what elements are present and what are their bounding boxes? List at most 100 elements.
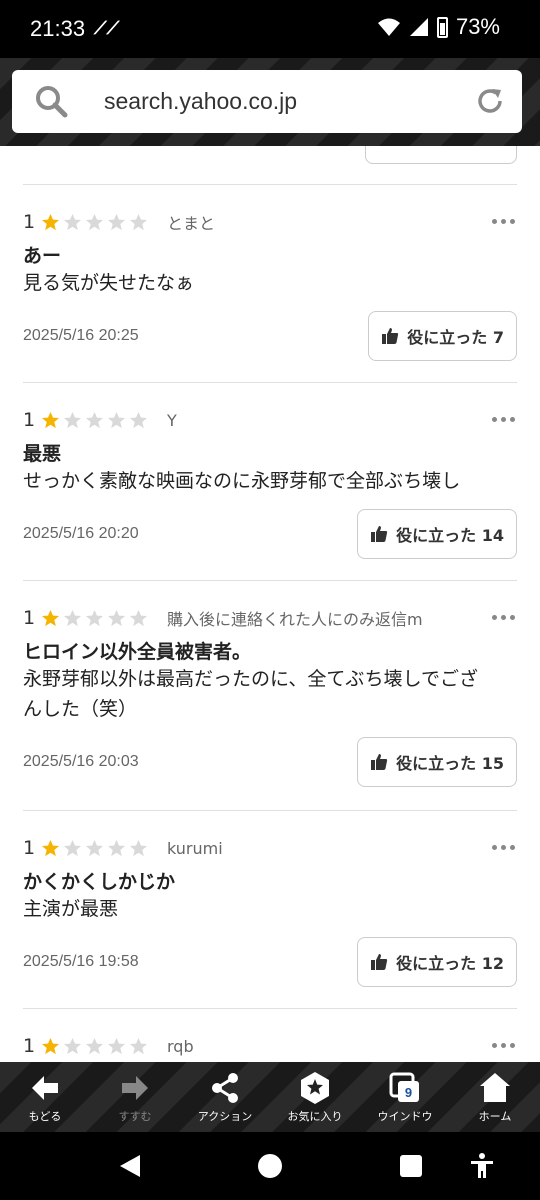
star-icon <box>107 411 126 428</box>
more-options-icon[interactable] <box>492 417 515 422</box>
star-icon <box>85 609 104 626</box>
review-date: 2025/5/16 20:20 <box>23 525 139 542</box>
action-button[interactable]: アクション <box>180 1062 270 1132</box>
battery-icon <box>436 16 448 38</box>
helpful-button[interactable]: 役に立った 14 <box>357 509 517 559</box>
review-body-line: 永野芽郁以外は最高だったのに、全てぶち壊しでござ <box>23 668 479 690</box>
review-author: 購入後に連絡くれた人にのみ返信m <box>167 610 423 629</box>
forward-button[interactable]: すすむ <box>90 1062 180 1132</box>
url-text[interactable]: search.yahoo.co.jp <box>104 88 297 115</box>
review-body: 見る気が失せたなぁ <box>23 268 517 298</box>
favorites-button[interactable]: お気に入り <box>270 1062 360 1132</box>
star-rating <box>41 839 151 858</box>
star-icon <box>107 839 126 856</box>
star-icon <box>129 411 148 428</box>
more-options-icon[interactable] <box>492 845 515 850</box>
rating-value: 1 <box>23 837 36 859</box>
review-title: あー <box>23 245 62 267</box>
review-body-line: 見る気が失せたなぁ <box>23 272 195 294</box>
rating-value: 1 <box>23 1035 36 1057</box>
address-bar[interactable]: search.yahoo.co.jp <box>12 70 522 133</box>
browser-header: search.yahoo.co.jp <box>0 58 540 146</box>
review-author: rqb <box>167 1036 194 1056</box>
window-button[interactable]: 9 ウインドウ <box>360 1062 450 1132</box>
home-button[interactable]: ホーム <box>450 1062 540 1132</box>
star-icon <box>63 213 82 230</box>
review-date: 2025/5/16 20:03 <box>23 753 139 770</box>
review-body: 永野芽郁以外は最高だったのに、全てぶち壊しでござ んした（笑） <box>23 664 517 724</box>
back-label: もどる <box>28 1109 62 1123</box>
helpful-button[interactable] <box>365 146 517 164</box>
star-icon <box>41 609 60 626</box>
review-item: 1 Y 最悪 せっかく素敵な映画なのに永野芽郁で全部ぶち壊し 2025/5/16… <box>23 382 517 580</box>
review-item: 1 rqb <box>23 1008 517 1062</box>
star-icon <box>41 213 60 230</box>
status-time: 21:33 <box>30 16 86 41</box>
review-body: 主演が最悪 <box>23 894 517 924</box>
star-icon <box>85 213 104 230</box>
helpful-button[interactable]: 役に立った 7 <box>368 311 517 361</box>
helpful-button[interactable]: 役に立った 15 <box>357 737 517 787</box>
favorites-label: お気に入り <box>287 1109 343 1123</box>
review-date: 2025/5/16 20:25 <box>23 327 139 344</box>
rating-value: 1 <box>23 607 36 629</box>
review-header: 1 とまと <box>23 207 517 237</box>
star-icon <box>129 213 148 230</box>
star-icon <box>63 609 82 626</box>
back-arrow-icon <box>32 1075 58 1100</box>
star-icon <box>63 411 82 428</box>
action-label: アクション <box>197 1109 253 1123</box>
star-rating <box>41 213 151 232</box>
star-icon <box>85 839 104 856</box>
review-author: Y <box>167 410 177 430</box>
review-title: 最悪 <box>23 443 62 465</box>
back-triangle-icon[interactable] <box>116 1152 144 1180</box>
recents-square-icon[interactable] <box>397 1152 425 1180</box>
forward-arrow-icon <box>122 1075 148 1100</box>
review-body-line: せっかく素敵な映画なのに永野芽郁で全部ぶち壊し <box>23 470 461 492</box>
thumbs-up-icon <box>371 526 388 542</box>
accessibility-icon[interactable] <box>468 1152 496 1180</box>
helpful-button[interactable]: 役に立った 12 <box>357 937 517 987</box>
review-item: 1 購入後に連絡くれた人にのみ返信m ヒロイン以外全員被害者。 永野芽郁以外は最… <box>23 580 517 810</box>
review-date: 2025/5/16 19:58 <box>23 953 139 970</box>
star-icon <box>107 213 126 230</box>
review-item: 1 kurumi かくかくしかじか 主演が最悪 2025/5/16 19:58 … <box>23 810 517 1008</box>
share-icon <box>212 1072 238 1103</box>
window-tabs-icon: 9 <box>389 1072 419 1102</box>
search-icon[interactable] <box>34 84 68 118</box>
helpful-label: 役に立った 15 <box>396 754 504 773</box>
star-rating <box>41 411 151 430</box>
forward-label: すすむ <box>118 1109 152 1123</box>
more-options-icon[interactable] <box>492 1043 515 1048</box>
thumbs-up-icon <box>371 954 388 970</box>
home-label: ホーム <box>478 1109 512 1123</box>
home-icon <box>480 1072 510 1102</box>
more-options-icon[interactable] <box>492 615 515 620</box>
star-badge-icon <box>301 1071 329 1104</box>
star-icon <box>85 1037 104 1054</box>
rating-value: 1 <box>23 409 36 431</box>
system-nav-bar <box>0 1132 540 1200</box>
signal-icon <box>409 18 428 36</box>
rating-value: 1 <box>23 211 36 233</box>
star-icon <box>41 839 60 856</box>
review-header: 1 購入後に連絡くれた人にのみ返信m <box>23 603 517 633</box>
review-author: kurumi <box>167 838 223 858</box>
star-icon <box>129 1037 148 1054</box>
star-rating <box>41 1037 151 1056</box>
review-title: かくかくしかじか <box>23 871 176 893</box>
status-icons: 73% <box>377 14 500 40</box>
window-label: ウインドウ <box>377 1109 433 1123</box>
reload-icon[interactable] <box>474 85 506 117</box>
review-header: 1 rqb <box>23 1031 517 1061</box>
review-header: 1 Y <box>23 405 517 435</box>
review-body: せっかく素敵な映画なのに永野芽郁で全部ぶち壊し <box>23 466 517 496</box>
star-icon <box>129 839 148 856</box>
star-icon <box>107 1037 126 1054</box>
home-circle-icon[interactable] <box>256 1152 284 1180</box>
star-icon <box>85 411 104 428</box>
review-item: 1 とまと あー 見る気が失せたなぁ 2025/5/16 20:25 役に立った… <box>23 184 517 382</box>
more-options-icon[interactable] <box>492 219 515 224</box>
back-button[interactable]: もどる <box>0 1062 90 1132</box>
